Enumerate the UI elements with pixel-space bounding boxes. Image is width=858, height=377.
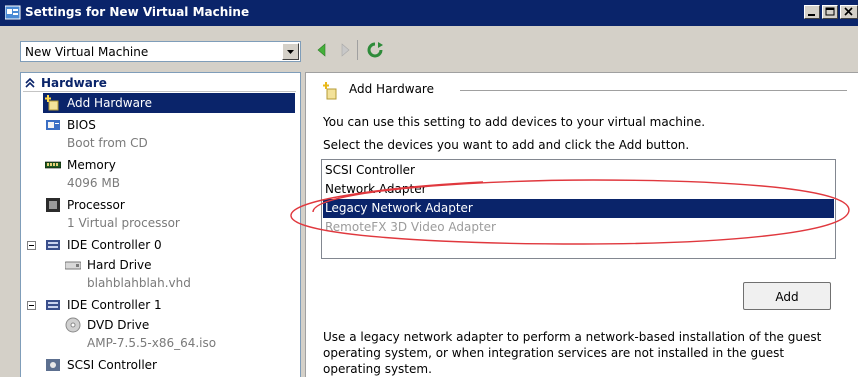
device-label: Legacy Network Adapter bbox=[325, 201, 473, 215]
minimize-button[interactable] bbox=[804, 5, 820, 19]
chevron-down-icon bbox=[287, 50, 294, 54]
back-arrow-icon[interactable] bbox=[314, 41, 330, 59]
toolbar-separator bbox=[357, 40, 358, 60]
tree-item-detail: Boot from CD bbox=[67, 136, 148, 150]
close-button[interactable] bbox=[840, 5, 858, 19]
maximize-icon bbox=[825, 7, 835, 16]
forward-arrow-icon[interactable] bbox=[337, 41, 353, 59]
tree-item-label: IDE Controller 0 bbox=[67, 238, 162, 252]
vm-selector-dropdown-button[interactable] bbox=[282, 43, 299, 60]
collapse-chevron-icon[interactable] bbox=[25, 78, 35, 88]
hardware-section-label: Hardware bbox=[41, 76, 107, 90]
device-list-item-selected[interactable]: Legacy Network Adapter bbox=[323, 199, 834, 218]
device-label: RemoteFX 3D Video Adapter bbox=[325, 220, 496, 234]
tree-item-label: Memory bbox=[67, 158, 116, 172]
minimize-icon bbox=[808, 14, 815, 16]
dvd-disc-icon bbox=[65, 317, 81, 333]
tree-item-detail: 4096 MB bbox=[67, 176, 120, 190]
device-label: Network Adapter bbox=[325, 182, 427, 196]
tree-item-label: Add Hardware bbox=[67, 96, 152, 110]
window-title: Settings for New Virtual Machine bbox=[25, 5, 250, 19]
device-list-item[interactable]: Network Adapter bbox=[323, 180, 834, 199]
tree-item-label: Hard Drive bbox=[87, 258, 152, 272]
memory-icon bbox=[45, 161, 61, 169]
hardware-section-header[interactable]: Hardware bbox=[23, 75, 296, 92]
device-list-item-disabled: RemoteFX 3D Video Adapter bbox=[323, 218, 834, 237]
tree-item-label: BIOS bbox=[67, 118, 96, 132]
add-hardware-icon bbox=[323, 82, 337, 100]
tree-item-detail: blahblahblah.vhd bbox=[87, 276, 191, 290]
collapse-ide1-toggle[interactable] bbox=[27, 301, 36, 310]
hardware-tree[interactable]: Hardware Add Hardware BIOS Boot from CD … bbox=[20, 72, 301, 377]
ide-controller-icon bbox=[46, 240, 60, 250]
device-list[interactable]: SCSI Controller Network Adapter Legacy N… bbox=[321, 159, 836, 259]
maximize-button[interactable] bbox=[822, 5, 838, 19]
ide-controller-icon bbox=[46, 300, 60, 310]
group-title: Add Hardware bbox=[349, 82, 434, 96]
add-button-label: Add bbox=[775, 290, 799, 304]
vm-selector[interactable]: New Virtual Machine bbox=[20, 41, 301, 62]
tree-item-detail: AMP-7.5.5-x86_64.iso bbox=[87, 336, 217, 350]
processor-icon bbox=[46, 198, 60, 212]
tree-item-label: IDE Controller 1 bbox=[67, 298, 162, 312]
settings-window-icon bbox=[5, 5, 21, 20]
add-hardware-icon bbox=[45, 95, 59, 111]
scsi-controller-icon bbox=[46, 359, 60, 371]
tree-item-add-hardware[interactable]: Add Hardware bbox=[43, 93, 295, 113]
tree-item-label: DVD Drive bbox=[87, 318, 150, 332]
vm-selector-value: New Virtual Machine bbox=[25, 45, 149, 59]
device-label: SCSI Controller bbox=[325, 163, 415, 177]
collapse-ide0-toggle[interactable] bbox=[27, 241, 36, 250]
tree-item-label: Processor bbox=[67, 198, 125, 212]
intro-text: You can use this setting to add devices … bbox=[323, 115, 706, 129]
device-description: Use a legacy network adapter to perform … bbox=[323, 330, 822, 376]
group-divider bbox=[460, 90, 847, 91]
device-list-item[interactable]: SCSI Controller bbox=[323, 161, 834, 180]
settings-panel: Add Hardware You can use this setting to… bbox=[305, 72, 858, 377]
instruction-text: Select the devices you want to add and c… bbox=[323, 138, 690, 152]
bios-chip-icon bbox=[46, 120, 60, 130]
add-button[interactable]: Add bbox=[743, 282, 831, 310]
tree-item-detail: 1 Virtual processor bbox=[67, 216, 180, 230]
title-bar: Settings for New Virtual Machine bbox=[0, 0, 858, 26]
tree-item-label: SCSI Controller bbox=[67, 358, 157, 372]
close-icon bbox=[844, 7, 853, 16]
refresh-icon[interactable] bbox=[366, 41, 384, 59]
hard-drive-icon bbox=[65, 261, 81, 270]
